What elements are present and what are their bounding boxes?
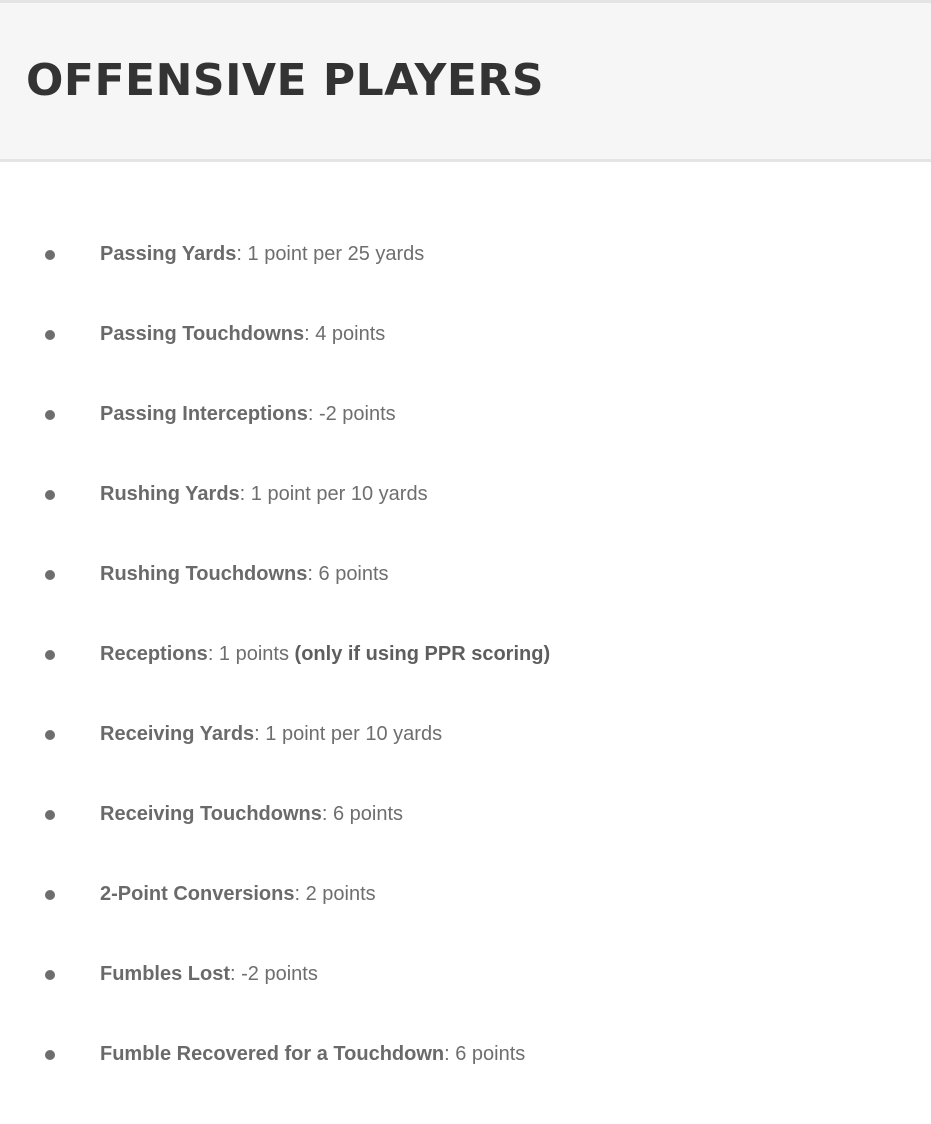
scoring-page: OFFENSIVE PLAYERS Passing Yards: 1 point… (0, 0, 931, 1124)
rule-name: Receptions (100, 643, 208, 665)
rule-value: 1 point per 25 yards (241, 243, 425, 265)
rule-value: 6 points (327, 803, 404, 825)
bullet-icon (45, 890, 55, 900)
rule-name: Rushing Touchdowns (100, 563, 308, 585)
bullet-icon (45, 330, 55, 340)
scoring-rule-fumbles-lost: Fumbles Lost: -2 points (0, 932, 931, 1012)
bullet-icon (45, 1050, 55, 1060)
scoring-rule-receiving-touchdowns: Receiving Touchdowns: 6 points (0, 772, 931, 852)
rule-name: Receiving Yards (100, 723, 255, 745)
rule-note: (only if using PPR scoring) (294, 643, 551, 665)
bullet-icon (45, 730, 55, 740)
section-title: OFFENSIVE PLAYERS (26, 55, 545, 106)
section-header: OFFENSIVE PLAYERS (0, 0, 931, 162)
rule-name: 2-Point Conversions (100, 883, 295, 905)
scoring-rule-two-point-conversions: 2-Point Conversions: 2 points (0, 852, 931, 932)
rule-name: Fumbles Lost (100, 963, 231, 985)
scoring-rule-passing-yards: Passing Yards: 1 point per 25 yards (0, 212, 931, 292)
rule-name: Rushing Yards (100, 483, 240, 505)
scoring-rule-rushing-yards: Rushing Yards: 1 point per 10 yards (0, 452, 931, 532)
rule-value: 4 points (309, 323, 386, 345)
scoring-rule-passing-touchdowns: Passing Touchdowns: 4 points (0, 292, 931, 372)
rule-value: 6 points (312, 563, 389, 585)
rule-name: Passing Interceptions (100, 403, 308, 425)
scoring-rules-list: Passing Yards: 1 point per 25 yards Pass… (0, 212, 931, 1092)
scoring-rule-rushing-touchdowns: Rushing Touchdowns: 6 points (0, 532, 931, 612)
rule-value: 6 points (449, 1043, 526, 1065)
rule-name: Fumble Recovered for a Touchdown (100, 1043, 445, 1065)
scoring-rule-receiving-yards: Receiving Yards: 1 point per 10 yards (0, 692, 931, 772)
bullet-icon (45, 970, 55, 980)
rule-name: Receiving Touchdowns (100, 803, 322, 825)
rule-value: -2 points (313, 403, 396, 425)
bullet-icon (45, 490, 55, 500)
bullet-icon (45, 570, 55, 580)
scoring-rule-receptions: Receptions: 1 points (only if using PPR … (0, 612, 931, 692)
bullet-icon (45, 650, 55, 660)
rule-name: Passing Touchdowns (100, 323, 305, 345)
rule-value: -2 points (235, 963, 318, 985)
scoring-rule-passing-interceptions: Passing Interceptions: -2 points (0, 372, 931, 452)
rule-name: Passing Yards (100, 243, 237, 265)
rule-value: 1 point per 10 yards (259, 723, 443, 745)
bullet-icon (45, 250, 55, 260)
bullet-icon (45, 810, 55, 820)
scoring-rule-fumble-recovered-touchdown: Fumble Recovered for a Touchdown: 6 poin… (0, 1012, 931, 1092)
rule-value: 1 point per 10 yards (245, 483, 428, 505)
bullet-icon (45, 410, 55, 420)
rule-value: 1 points (213, 643, 295, 665)
rule-value: 2 points (300, 883, 376, 905)
